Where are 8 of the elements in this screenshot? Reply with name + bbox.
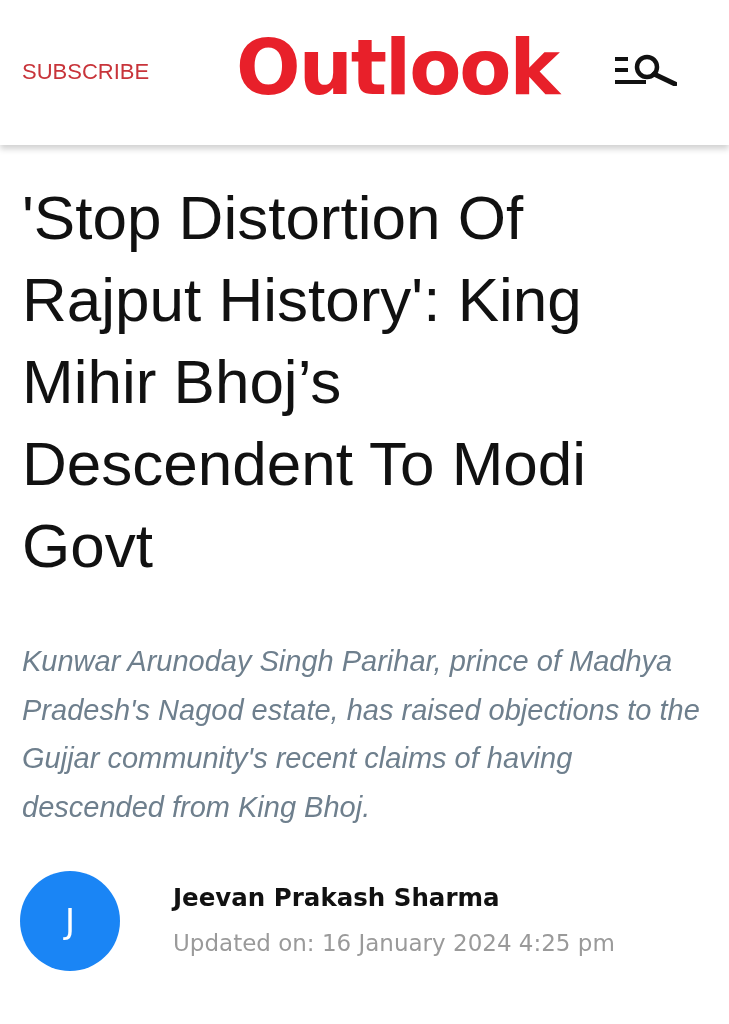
author-name[interactable]: Jeevan Prakash Sharma (173, 883, 500, 913)
article-headline: 'Stop Distortion Of Rajput History': King Mihir Bhoj’s Descendent To Modi Govt (22, 182, 588, 582)
menu-search-icon[interactable] (615, 53, 677, 86)
updated-date: Updated on: 16 January 2024 4:25 pm (173, 929, 615, 957)
article-summary: Kunwar Arunoday Singh Parihar, prince of Madhya Pradesh's Nagod estate, has raised objections to the Gujjar community's recent claims of having descended from King Bhoj. (22, 644, 701, 825)
author-avatar: J (20, 871, 120, 971)
subscribe-link[interactable]: SUBSCRIBE (22, 58, 150, 85)
logo[interactable]: Outlook (236, 29, 559, 106)
